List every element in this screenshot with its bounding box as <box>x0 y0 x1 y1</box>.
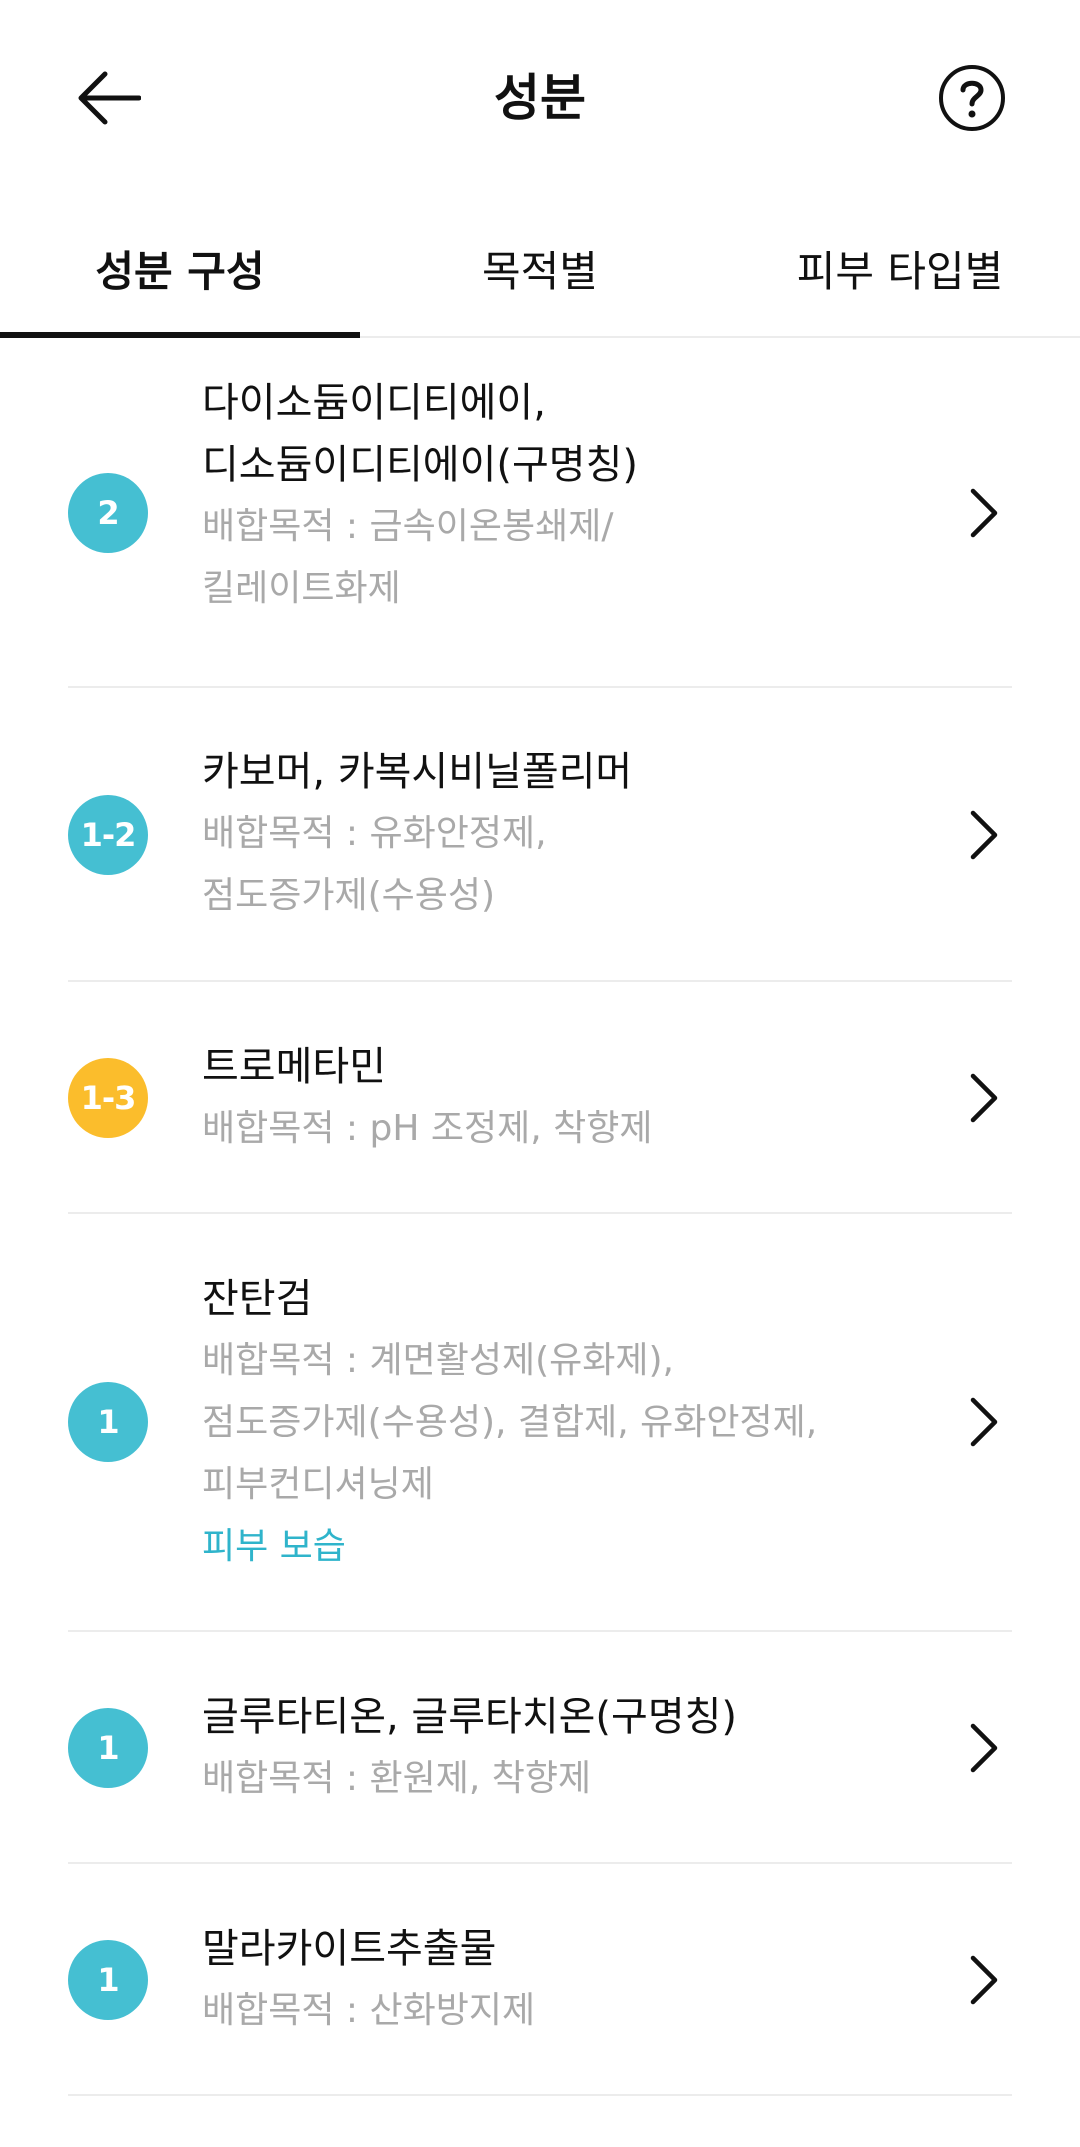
ingredient-item[interactable]: 1 글루타티온, 글루타치온(구명칭) 배합목적 : 환원제, 착향제 <box>68 1632 1012 1864</box>
page-title: 성분 <box>494 69 586 127</box>
ingredient-item[interactable]: 1 잔탄검 배합목적 : 계면활성제(유화제), 점도증가제(수용성), 결합제… <box>68 1214 1012 1632</box>
tab-label: 피부 타입별 <box>796 246 1004 296</box>
grade-badge: 1-2 <box>68 795 148 875</box>
grade-badge: 1 <box>68 1940 148 2020</box>
back-button[interactable] <box>68 58 148 138</box>
chevron-right-icon <box>964 1068 1004 1128</box>
ingredient-purpose: 피부컨디셔닝제 <box>202 1464 434 1505</box>
arrow-left-icon <box>78 71 141 125</box>
ingredient-name: 카보머, 카복시비닐폴리머 <box>202 749 633 795</box>
ingredient-name: 디소듐이디티에이(구명칭) <box>202 442 639 488</box>
grade-badge: 1 <box>68 1382 148 1462</box>
ingredient-item[interactable]: 1-2 카보머, 카복시비닐폴리머 배합목적 : 유화안정제, 점도증가제(수용… <box>68 688 1012 982</box>
ingredient-purpose: 배합목적 : 계면활성제(유화제), <box>202 1340 674 1381</box>
grade-badge: 1-3 <box>68 1058 148 1138</box>
chevron-right-icon <box>964 1950 1004 2010</box>
ingredient-purpose: 점도증가제(수용성), 결합제, 유화안정제, <box>202 1402 818 1443</box>
chevron-right-icon <box>964 1392 1004 1452</box>
ingredient-purpose: 배합목적 : 산화방지제 <box>202 1990 536 2031</box>
ingredient-purpose: 배합목적 : pH 조정제, 착향제 <box>202 1108 653 1149</box>
ingredient-purpose: 점도증가제(수용성) <box>202 875 496 916</box>
app-header: 성분 <box>0 0 1080 190</box>
ingredient-effect-tag: 피부 보습 <box>202 1526 346 1567</box>
tab-composition[interactable]: 성분 구성 <box>0 200 360 338</box>
tab-purpose[interactable]: 목적별 <box>360 200 720 336</box>
ingredient-purpose: 배합목적 : 금속이온봉쇄제/ <box>202 506 614 547</box>
tab-bar: 성분 구성 목적별 피부 타입별 <box>0 200 1080 338</box>
chevron-right-icon <box>964 483 1004 543</box>
tab-label: 목적별 <box>482 246 598 296</box>
help-button[interactable] <box>932 58 1012 138</box>
grade-badge: 1 <box>68 1708 148 1788</box>
grade-badge: 2 <box>68 473 148 553</box>
ingredient-name: 말라카이트추출물 <box>202 1926 497 1972</box>
tab-skin-type[interactable]: 피부 타입별 <box>720 200 1080 336</box>
ingredient-list: 2 다이소듐이디티에이, 디소듐이디티에이(구명칭) 배합목적 : 금속이온봉쇄… <box>0 338 1080 2096</box>
ingredient-item[interactable]: 2 다이소듐이디티에이, 디소듐이디티에이(구명칭) 배합목적 : 금속이온봉쇄… <box>68 338 1012 688</box>
ingredient-purpose: 킬레이트화제 <box>202 568 401 609</box>
tab-label: 성분 구성 <box>95 246 265 296</box>
ingredient-purpose: 배합목적 : 유화안정제, <box>202 813 547 854</box>
ingredient-item[interactable]: 1 말라카이트추출물 배합목적 : 산화방지제 <box>68 1864 1012 2096</box>
chevron-right-icon <box>964 1718 1004 1778</box>
chevron-right-icon <box>964 805 1004 865</box>
ingredient-name: 잔탄검 <box>202 1276 313 1322</box>
question-circle-icon <box>939 65 1005 131</box>
ingredient-name: 트로메타민 <box>202 1044 386 1090</box>
ingredient-item[interactable]: 1-3 트로메타민 배합목적 : pH 조정제, 착향제 <box>68 982 1012 1214</box>
ingredient-name: 글루타티온, 글루타치온(구명칭) <box>202 1694 738 1740</box>
ingredient-purpose: 배합목적 : 환원제, 착향제 <box>202 1758 592 1799</box>
ingredient-name: 다이소듐이디티에이, <box>202 380 546 426</box>
